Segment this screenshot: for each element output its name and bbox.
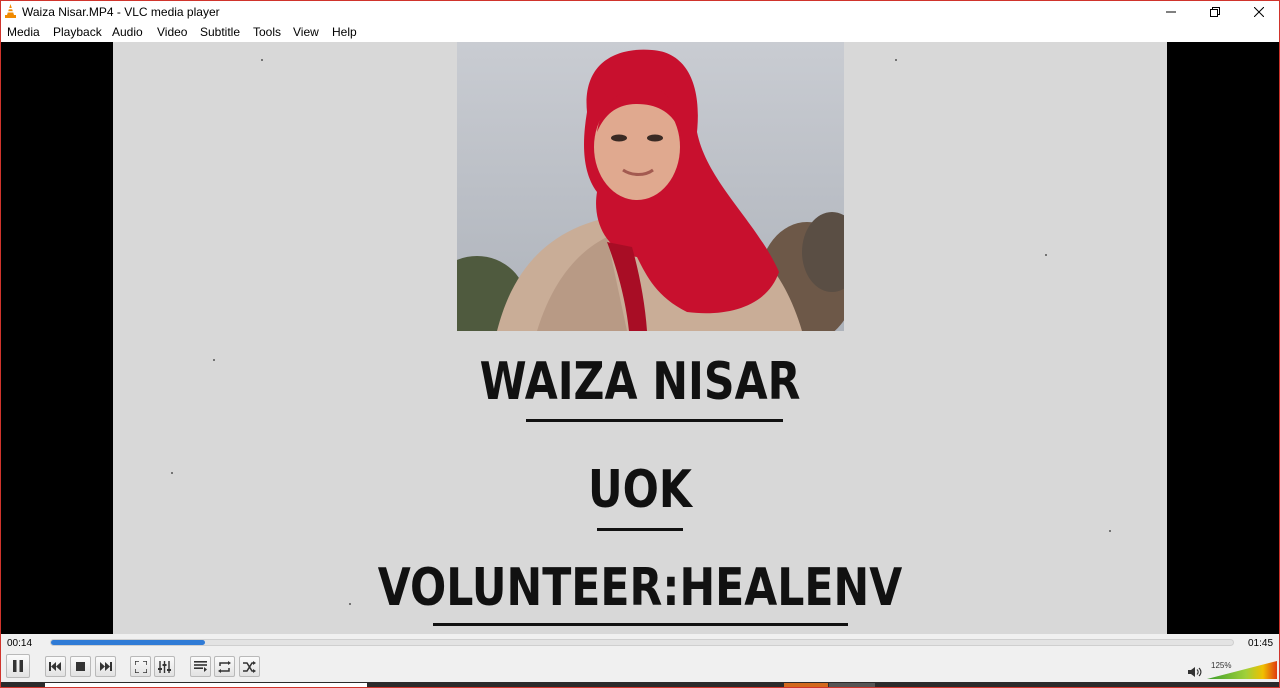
menu-video[interactable]: Video xyxy=(157,25,187,39)
extended-settings-button[interactable] xyxy=(154,656,175,677)
portrait-photo xyxy=(457,42,844,331)
speck xyxy=(171,472,173,474)
vlc-window: Waiza Nisar.MP4 - VLC media player Media… xyxy=(0,0,1280,688)
seek-progress xyxy=(51,640,205,645)
next-button[interactable] xyxy=(95,656,116,677)
slide-role-text: VOLUNTEER:HEALENV xyxy=(377,558,903,618)
vlc-cone-icon xyxy=(5,4,16,18)
previous-button[interactable] xyxy=(45,656,66,677)
seek-row: 00:14 01:45 xyxy=(1,634,1279,652)
fullscreen-icon xyxy=(134,660,147,673)
minimize-button[interactable] xyxy=(1149,1,1193,22)
video-frame: WAIZA NISAR UOK VOLUNTEER:HEALENV xyxy=(113,42,1167,634)
taskbar-strip xyxy=(1,682,1279,687)
role-underline xyxy=(433,623,848,626)
name-underline xyxy=(526,419,783,422)
restore-button[interactable] xyxy=(1193,1,1237,22)
title-bar: Waiza Nisar.MP4 - VLC media player xyxy=(1,1,1279,22)
slide-name-text: WAIZA NISAR xyxy=(479,352,801,412)
menu-audio[interactable]: Audio xyxy=(112,25,143,39)
speck xyxy=(261,59,263,61)
video-area[interactable]: WAIZA NISAR UOK VOLUNTEER:HEALENV xyxy=(1,42,1279,634)
speck xyxy=(1045,254,1047,256)
window-title: Waiza Nisar.MP4 - VLC media player xyxy=(22,5,220,19)
pause-button[interactable] xyxy=(6,654,30,678)
shuffle-button[interactable] xyxy=(239,656,260,677)
speck xyxy=(1109,530,1111,532)
slide-university-text: UOK xyxy=(588,460,692,520)
pause-icon xyxy=(13,660,23,672)
volume-fill xyxy=(1207,661,1277,679)
seek-bar[interactable] xyxy=(50,639,1234,646)
next-icon xyxy=(100,662,112,671)
menu-tools[interactable]: Tools xyxy=(253,25,281,39)
close-icon xyxy=(1254,6,1264,17)
menu-view[interactable]: View xyxy=(293,25,319,39)
taskbar-app xyxy=(829,683,875,687)
menu-subtitle[interactable]: Subtitle xyxy=(200,25,240,39)
university-underline xyxy=(597,528,683,531)
playlist-icon xyxy=(194,661,207,672)
controls-bar: 125% xyxy=(1,652,1279,682)
menu-bar: Media Playback Audio Video Subtitle Tool… xyxy=(1,22,1279,42)
shuffle-icon xyxy=(243,660,256,673)
extended-settings-icon xyxy=(158,660,171,673)
restore-icon xyxy=(1210,6,1220,17)
taskbar-active-app xyxy=(784,683,828,687)
close-button[interactable] xyxy=(1237,1,1279,22)
menu-media[interactable]: Media xyxy=(7,25,40,39)
speck xyxy=(895,59,897,61)
stop-button[interactable] xyxy=(70,656,91,677)
menu-playback[interactable]: Playback xyxy=(53,25,102,39)
taskbar-search-area xyxy=(45,683,367,687)
loop-button[interactable] xyxy=(214,656,235,677)
elapsed-time: 00:14 xyxy=(7,638,33,649)
previous-icon xyxy=(49,662,61,671)
stop-icon xyxy=(76,662,85,671)
loop-icon xyxy=(218,660,231,673)
playlist-button[interactable] xyxy=(190,656,211,677)
speaker-icon[interactable] xyxy=(1188,666,1202,678)
minimize-icon xyxy=(1166,11,1176,12)
fullscreen-button[interactable] xyxy=(130,656,151,677)
total-time: 01:45 xyxy=(1248,638,1274,649)
volume-slider[interactable] xyxy=(1207,661,1277,680)
menu-help[interactable]: Help xyxy=(332,25,357,39)
